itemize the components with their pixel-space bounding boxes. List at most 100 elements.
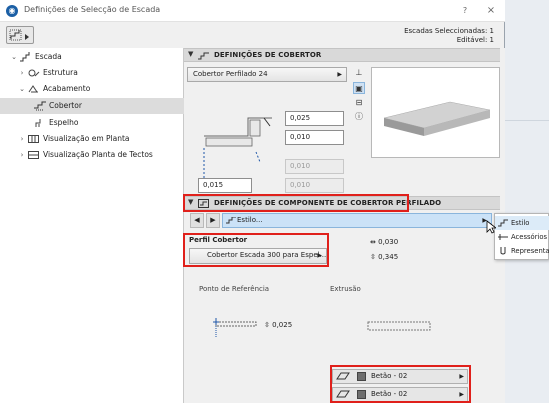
material-swatch [357,390,366,399]
tree-item-label: Visualização Planta de Tectos [43,150,153,159]
tree-item-label: Visualização em Planta [43,134,130,143]
selected-count: Escadas Seleccionadas: 1 [404,27,494,35]
submenu-item-acessorios[interactable]: Acessórios [495,230,549,244]
width-dimension-icon: ⇹ [370,238,376,246]
floor-plan-icon [28,135,39,143]
style-submenu: Estilo Acessórios Representação [494,213,549,260]
chevron-right-icon[interactable]: › [18,147,26,163]
tree-item-visualizacao-tectos[interactable]: › Visualização Planta de Tectos [0,147,184,163]
help-button[interactable]: ? [458,4,472,18]
overhang-field[interactable]: 0,015 [198,178,252,193]
style-selector[interactable]: Estilo... ▶ [222,213,492,228]
stair-selection-icon [9,29,29,41]
stair-icon [20,52,30,62]
component-settings-header[interactable]: ▼ DEFINIÇÕES DE COMPONENTE DE COBERTOR P… [184,196,500,210]
material-icon [336,390,350,398]
profile-height-value: 0,345 [378,253,399,261]
reference-dimension-value: 0,025 [272,321,293,329]
style-label: Estilo... [237,216,263,224]
collapse-arrow-icon[interactable]: ▼ [188,50,193,58]
stair-settings-dialog: ◉ Definições de Selecção de Escada ? × E… [0,0,505,403]
tree-item-espelho[interactable]: Espelho [0,115,184,131]
profile-value: Cobertor Escada 300 para Espel... [207,251,327,259]
tread-section-diagram [203,117,272,182]
app-icon: ◉ [6,5,18,17]
previous-component-button[interactable]: ◀ [190,213,204,228]
tree-item-estrutura[interactable]: › Estrutura [0,65,184,81]
profile-title: Perfil Cobertor [189,236,248,244]
title-bar: ◉ Definições de Selecção de Escada ? × [0,0,505,22]
selection-toggle-button[interactable] [6,26,34,44]
chevron-down-icon[interactable]: ⌄ [10,49,18,65]
component-settings-title: DEFINIÇÕES DE COMPONENTE DE COBERTOR PER… [214,199,442,207]
reference-dimension: ⇳ 0,025 [264,321,292,329]
tread-3d-render [383,101,491,136]
submenu-item-estilo[interactable]: Estilo [495,216,549,230]
tread-settings-icon [198,52,209,60]
material-select-2[interactable]: Betão - 02 ▶ [332,387,468,402]
3d-preview [371,67,500,158]
cover-settings-title: DEFINIÇÕES DE COBERTOR [214,51,322,59]
tree-item-acabamento[interactable]: ⌄ Acabamento [0,81,184,97]
tree-item-escada[interactable]: ⌄ Escada [0,49,184,65]
submenu-label: Estilo [511,219,530,227]
offset-field-disabled: 0,010 [285,159,344,174]
section-view-icon[interactable]: ⊟ [353,97,365,109]
chevron-right-icon[interactable]: › [18,65,26,81]
offset2-field-disabled: 0,010 [285,178,344,193]
profile-select[interactable]: Cobertor Escada 300 para Espel... ▶ [189,248,327,264]
3d-view-icon[interactable]: ▣ [353,82,365,94]
next-component-button[interactable]: ▶ [206,213,220,228]
close-button[interactable]: × [484,4,498,18]
tread-thickness-field[interactable]: 0,025 [285,111,344,126]
finish-icon [28,85,38,93]
dropdown-arrow-icon: ▶ [337,71,342,78]
material-icon [336,372,350,380]
profile-height-readout: ⇳ 0,345 [370,253,398,261]
representation-icon [500,247,506,255]
structure-icon [28,69,40,77]
height-dimension-icon: ⇳ [264,321,270,329]
tree-item-label: Espelho [49,118,79,127]
reference-point-diagram [213,318,257,338]
cover-settings-header[interactable]: ▼ DEFINIÇÕES DE COBERTOR [184,48,500,62]
ceiling-plan-icon [28,151,39,159]
extrusion-label: Extrusão [330,285,361,293]
editable-count: Editável: 1 [456,36,494,44]
material-select-1[interactable]: Betão - 02 ▶ [332,369,468,384]
nosing-field[interactable]: 0,010 [285,130,344,145]
extrusion-diagram [367,321,431,331]
window-title: Definições de Selecção de Escada [24,5,161,14]
material-swatch [357,372,366,381]
material-label: Betão - 02 [371,390,408,398]
tree-item-visualizacao-planta[interactable]: › Visualização em Planta [0,131,184,147]
riser-icon [35,119,41,127]
tree-item-label: Acabamento [43,84,91,93]
tread-icon [34,101,46,111]
profile-width-value: 0,030 [378,238,399,246]
dropdown-arrow-icon: ▶ [459,391,464,398]
accessories-icon [498,234,508,240]
height-dimension-icon: ⇳ [370,253,376,261]
info-icon[interactable]: ⓘ [353,111,365,123]
background-area [505,0,549,403]
tree-item-label: Cobertor [49,101,82,110]
submenu-label: Acessórios [511,233,548,241]
chevron-down-icon[interactable]: ⌄ [18,81,26,97]
dropdown-arrow-icon: ▶ [459,373,464,380]
cover-type-select[interactable]: Cobertor Perfilado 24 ▶ [187,67,347,82]
submenu-item-representacao[interactable]: Representação [495,244,549,258]
material-label: Betão - 02 [371,372,408,380]
dropdown-arrow-icon: ▶ [317,252,322,259]
profiled-component-icon [198,199,209,208]
selection-info: Escadas Seleccionadas: 1 Editável: 1 [380,27,494,45]
pin-icon[interactable]: ⊥ [353,67,365,79]
tree-item-cobertor[interactable]: Cobertor [0,98,184,114]
style-icon [226,217,236,224]
collapse-arrow-icon[interactable]: ▼ [188,198,193,206]
profile-width-readout: ⇹ 0,030 [370,238,398,246]
settings-tree: ⌄ Escada › Estrutura ⌄ Acabamento Cobert… [0,48,184,403]
reference-point-label: Ponto de Referência [199,285,270,293]
background-stripe [505,120,549,121]
chevron-right-icon[interactable]: › [18,131,26,147]
